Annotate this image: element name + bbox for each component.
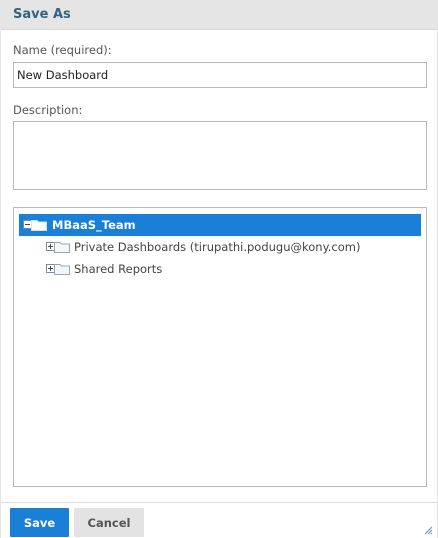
- folder-icon: [31, 220, 47, 231]
- tree-item-mbaas-team[interactable]: MBaaS_Team: [19, 214, 421, 236]
- name-label: Name (required):: [13, 43, 112, 57]
- folder-tree[interactable]: MBaaS_Team Private Dashboards (tirupathi…: [13, 207, 427, 487]
- name-input[interactable]: [13, 62, 427, 88]
- tree-item-label: MBaaS_Team: [52, 218, 136, 232]
- resize-grip-icon[interactable]: [424, 526, 433, 535]
- dialog-title: Save As: [13, 7, 71, 22]
- description-label: Description:: [13, 103, 83, 117]
- save-as-dialog: Save As Name (required): Description: MB…: [0, 0, 438, 538]
- tree-item-label: Private Dashboards (tirupathi.podugu@kon…: [74, 240, 361, 254]
- tree-item-label: Shared Reports: [74, 262, 163, 276]
- footer-divider: [1, 502, 438, 503]
- dialog-titlebar[interactable]: Save As: [1, 0, 438, 30]
- cancel-button[interactable]: Cancel: [74, 508, 144, 537]
- description-input[interactable]: [13, 121, 427, 190]
- folder-icon: [54, 264, 70, 275]
- save-button[interactable]: Save: [10, 508, 69, 537]
- folder-icon: [54, 242, 70, 253]
